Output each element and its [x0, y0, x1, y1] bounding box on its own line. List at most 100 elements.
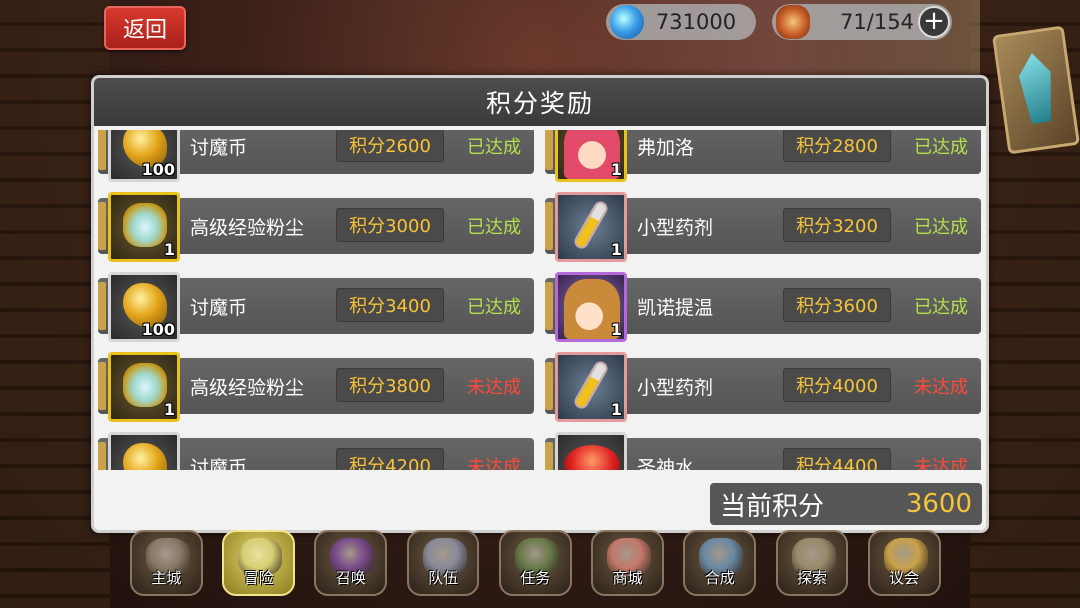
nav-label: 合成 — [704, 569, 735, 587]
reward-quantity: 100 — [141, 160, 175, 179]
reward-quantity: 100 — [141, 320, 175, 339]
card-tab — [545, 202, 553, 250]
reward-item[interactable]: 1 小型药剂 积分3200 已达成 — [545, 192, 981, 262]
reward-item[interactable]: 讨魔币 积分4200 未达成 — [98, 432, 534, 471]
nav-shop[interactable]: 商城 — [591, 530, 664, 596]
reward-quantity: 1 — [610, 240, 622, 259]
reward-quantity: 1 — [610, 320, 622, 339]
reward-status: 已达成 — [467, 137, 521, 158]
gem-counter: 731000 — [606, 4, 756, 40]
jar-icon — [123, 363, 167, 407]
reward-name: 弗加洛 — [637, 136, 695, 159]
reward-status: 未达成 — [467, 457, 521, 470]
reward-points-required: 积分3600 — [783, 288, 891, 322]
reward-points-required: 积分3200 — [783, 208, 891, 242]
reward-status: 已达成 — [914, 137, 968, 158]
reward-points-required: 积分3000 — [336, 208, 444, 242]
nav-council[interactable]: 议会 — [867, 530, 941, 596]
reward-knight-icon[interactable]: 1 — [555, 272, 627, 342]
reward-item[interactable]: 1 小型药剂 积分4000 未达成 — [545, 352, 981, 422]
nav-bow[interactable]: 探索 — [775, 530, 849, 596]
card-tab — [545, 362, 553, 410]
nav-label: 任务 — [520, 569, 551, 587]
bottom-nav: 主城 冒险 召唤 队伍 任务 商城 合成 探索 议会 — [130, 530, 960, 608]
reward-status: 未达成 — [914, 377, 968, 398]
reward-item[interactable]: 1 高级经验粉尘 积分3800 未达成 — [98, 352, 534, 422]
nav-card[interactable]: 召唤 — [314, 530, 388, 596]
card-tab — [98, 130, 106, 170]
jar-icon — [123, 203, 167, 247]
nav-shield[interactable]: 队伍 — [406, 530, 480, 596]
coin-icon — [123, 443, 167, 470]
reward-name: 高级经验粉尘 — [190, 216, 305, 239]
flask-icon — [564, 445, 620, 470]
reward-status: 未达成 — [914, 457, 968, 470]
reward-list[interactable]: 100 讨魔币 积分2600 已达成 1 弗加洛 积分2800 已达成 1 高级… — [94, 130, 986, 470]
reward-quantity: 1 — [610, 160, 622, 179]
back-button[interactable]: 返回 — [104, 6, 186, 50]
current-points-box: 当前积分 3600 — [710, 483, 982, 525]
reward-coin-icon[interactable]: 100 — [108, 272, 180, 342]
reward-points-required: 积分3800 — [336, 368, 444, 402]
reward-flask-icon[interactable] — [555, 432, 627, 470]
reward-row: 100 讨魔币 积分2600 已达成 1 弗加洛 积分2800 已达成 — [98, 130, 982, 188]
reward-points-required: 积分3400 — [336, 288, 444, 322]
nav-sword[interactable]: 冒险 — [222, 530, 296, 596]
reward-item[interactable]: 圣神水 积分4400 未达成 — [545, 432, 981, 471]
reward-item[interactable]: 1 高级经验粉尘 积分3000 已达成 — [98, 192, 534, 262]
reward-status: 已达成 — [467, 217, 521, 238]
reward-item[interactable]: 100 讨魔币 积分2600 已达成 — [98, 130, 534, 182]
reward-item[interactable]: 1 凯诺提温 积分3600 已达成 — [545, 272, 981, 342]
reward-item[interactable]: 1 弗加洛 积分2800 已达成 — [545, 130, 981, 182]
reward-potion-icon[interactable]: 1 — [555, 352, 627, 422]
gem-value: 731000 — [655, 10, 737, 34]
reward-jar-icon[interactable]: 1 — [108, 352, 180, 422]
nav-book[interactable]: 任务 — [498, 530, 572, 596]
reward-name: 讨魔币 — [190, 456, 248, 471]
reward-name: 凯诺提温 — [637, 296, 714, 319]
reward-name: 高级经验粉尘 — [190, 376, 305, 399]
card-tab — [545, 442, 553, 470]
reward-row: 1 高级经验粉尘 积分3800 未达成 1 小型药剂 积分4000 未达成 — [98, 348, 982, 428]
potion-icon — [571, 198, 611, 252]
stamina-food-icon — [776, 5, 810, 39]
nav-label: 冒险 — [243, 569, 274, 587]
reward-jar-icon[interactable]: 1 — [108, 192, 180, 262]
card-tab — [98, 442, 106, 470]
card-tab — [98, 362, 106, 410]
nav-label: 商城 — [612, 569, 643, 587]
reward-status: 已达成 — [914, 297, 968, 318]
gem-icon — [610, 5, 644, 39]
reward-row: 讨魔币 积分4200 未达成 圣神水 积分4400 未达成 — [98, 428, 982, 470]
reward-quantity: 1 — [163, 400, 175, 419]
add-stamina-button[interactable]: + — [918, 6, 950, 38]
reward-row: 100 讨魔币 积分3400 已达成 1 凯诺提温 积分3600 已达成 — [98, 268, 982, 348]
nav-castle[interactable]: 主城 — [130, 530, 203, 596]
reward-name: 讨魔币 — [190, 136, 248, 159]
reward-girl-icon[interactable]: 1 — [555, 130, 627, 182]
reward-points-required: 积分4000 — [783, 368, 891, 402]
nav-label: 召唤 — [335, 569, 366, 587]
reward-grid: 100 讨魔币 积分2600 已达成 1 弗加洛 积分2800 已达成 1 高级… — [98, 130, 982, 470]
reward-quantity: 1 — [163, 240, 175, 259]
reward-points-required: 积分4400 — [783, 448, 891, 470]
reward-quantity: 1 — [610, 400, 622, 419]
reward-name: 圣神水 — [637, 456, 695, 471]
nav-flask[interactable]: 合成 — [683, 530, 757, 596]
potion-icon — [571, 358, 611, 412]
reward-points-required: 积分2600 — [336, 130, 444, 162]
reward-row: 1 高级经验粉尘 积分3000 已达成 1 小型药剂 积分3200 已达成 — [98, 188, 982, 268]
current-points-label: 当前积分 — [720, 491, 825, 522]
reward-coin-icon[interactable]: 100 — [108, 130, 180, 182]
current-points-value: 3600 — [905, 489, 972, 519]
reward-item[interactable]: 100 讨魔币 积分3400 已达成 — [98, 272, 534, 342]
card-tab — [545, 282, 553, 330]
reward-status: 已达成 — [467, 297, 521, 318]
nav-label: 议会 — [889, 569, 920, 587]
reward-coin-icon[interactable] — [108, 432, 180, 470]
reward-points-required: 积分4200 — [336, 448, 444, 470]
nav-label: 主城 — [151, 569, 182, 587]
reward-potion-icon[interactable]: 1 — [555, 192, 627, 262]
points-reward-panel: 积分奖励 100 讨魔币 积分2600 已达成 1 弗加洛 积分2800 已达成… — [91, 75, 989, 533]
reward-status: 未达成 — [467, 377, 521, 398]
